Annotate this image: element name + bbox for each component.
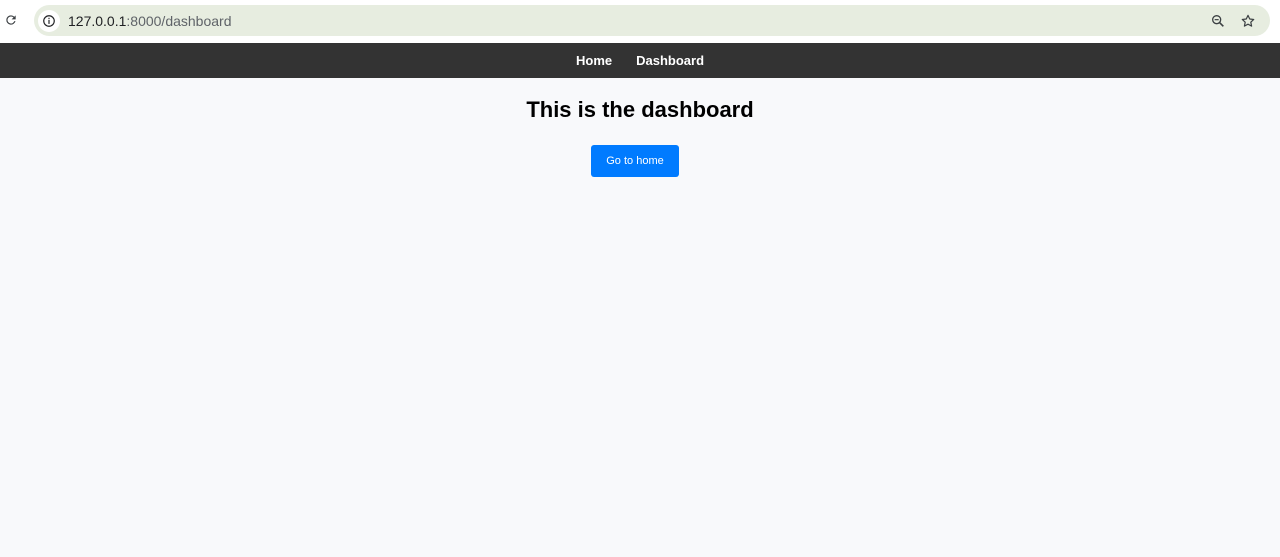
reload-icon	[6, 15, 16, 25]
zoom-button[interactable]	[1208, 11, 1228, 31]
page-title: This is the dashboard	[526, 97, 754, 122]
browser-toolbar: 127.0.0.1:8000/dashboard	[0, 0, 1280, 43]
url-text[interactable]: 127.0.0.1:8000/dashboard	[68, 13, 231, 29]
zoom-icon	[1212, 14, 1224, 27]
nav-link-dashboard[interactable]: Dashboard	[636, 53, 704, 68]
site-info-button[interactable]	[38, 10, 60, 32]
url-path: :8000/dashboard	[126, 13, 232, 29]
site-navbar: Home Dashboard	[0, 43, 1280, 78]
star-icon	[1241, 14, 1255, 27]
nav-link-home[interactable]: Home	[576, 53, 612, 68]
bookmark-button[interactable]	[1238, 11, 1258, 31]
info-icon	[43, 15, 55, 27]
url-host: 127.0.0.1	[68, 13, 127, 29]
reload-button[interactable]	[2, 11, 20, 29]
go-to-home-button[interactable]: Go to home	[591, 145, 679, 177]
address-bar[interactable]: 127.0.0.1:8000/dashboard	[34, 5, 1270, 36]
